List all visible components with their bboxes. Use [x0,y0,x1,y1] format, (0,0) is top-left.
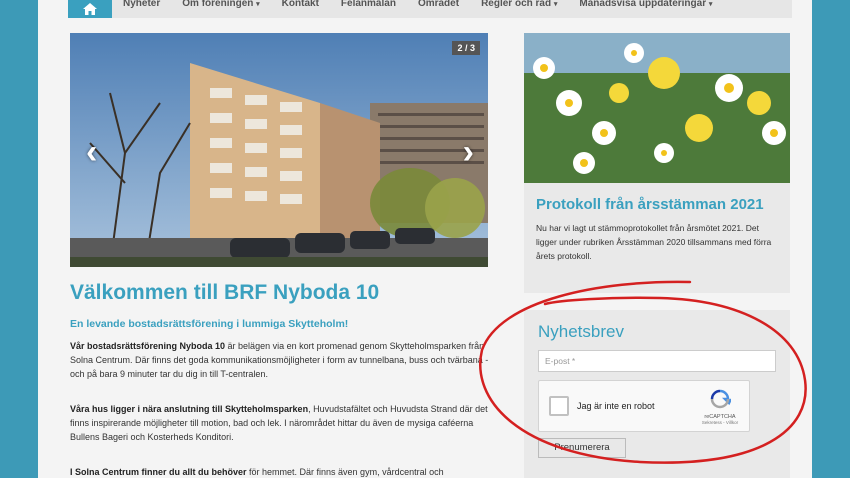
recaptcha-widget: Jag är inte en robot reCAPTCHA Sekretess… [538,380,750,432]
page-side-band-right [812,0,850,478]
chevron-right-icon: › [462,133,474,171]
page-side-band-left [0,0,38,478]
caret-down-icon: ▾ [708,1,713,8]
flowers-image [524,33,790,183]
page-subtitle: En levande bostadsrättsförening i lummig… [70,318,349,330]
protokoll-text: Nu har vi lagt ut stämmoprotokollet från… [536,223,772,261]
newsletter-card: Nyhetsbrev E-post * Jag är inte en robot… [524,310,790,478]
protokoll-card: Protokoll från årsstämman 2021 Nu har vi… [524,33,790,293]
page-container: Nyheter Om föreningen ▾ Kontakt Felanmäl… [38,0,812,478]
protokoll-title[interactable]: Protokoll från årsstämman 2021 [536,196,778,213]
centrum-paragraph: I Solna Centrum finner du allt du behöve… [70,467,444,477]
home-icon [83,3,97,15]
nav-item-kontakt[interactable]: Kontakt [271,0,330,9]
newsletter-title: Nyhetsbrev [538,322,624,341]
recaptcha-label: Jag är inte en robot [577,401,655,411]
building-photo [70,33,488,267]
subscribe-button[interactable]: Prenumerera [538,438,626,458]
slider-prev-button[interactable]: ‹ [86,135,97,169]
nav-item-felanmalan[interactable]: Felanmälan [330,0,407,9]
chevron-left-icon: ‹ [86,133,98,171]
intro-paragraph: Vår bostadsrättsförening Nyboda 10 är be… [70,341,489,379]
page-title: Välkommen till BRF Nyboda 10 [70,281,380,304]
recaptcha-icon [710,389,733,409]
email-field[interactable]: E-post * [538,350,776,372]
caret-down-icon: ▾ [553,1,558,8]
recaptcha-checkbox[interactable] [549,396,569,416]
slide-counter-badge: 2 / 3 [452,41,480,55]
nav-item-nyheter[interactable]: Nyheter [112,0,171,9]
nav-item-om-foreningen[interactable]: Om föreningen ▾ [171,0,270,10]
main-navbar: Nyheter Om föreningen ▾ Kontakt Felanmäl… [68,0,792,18]
image-slider[interactable]: 2 / 3 ‹ › [70,33,488,267]
nav-item-omradet[interactable]: Området [407,0,470,9]
nav-item-manadsvisa[interactable]: Månadsvisa uppdateringar ▾ [568,0,723,10]
recaptcha-logo: reCAPTCHA Sekretess - Villkor [697,389,743,425]
home-button[interactable] [68,0,112,18]
recaptcha-links[interactable]: Sekretess - Villkor [697,420,743,425]
caret-down-icon: ▾ [256,1,260,8]
nav-item-regler-och-rad[interactable]: Regler och råd ▾ [470,0,568,10]
slider-next-button[interactable]: › [463,135,474,169]
location-paragraph: Våra hus ligger i nära anslutning till S… [70,404,488,442]
